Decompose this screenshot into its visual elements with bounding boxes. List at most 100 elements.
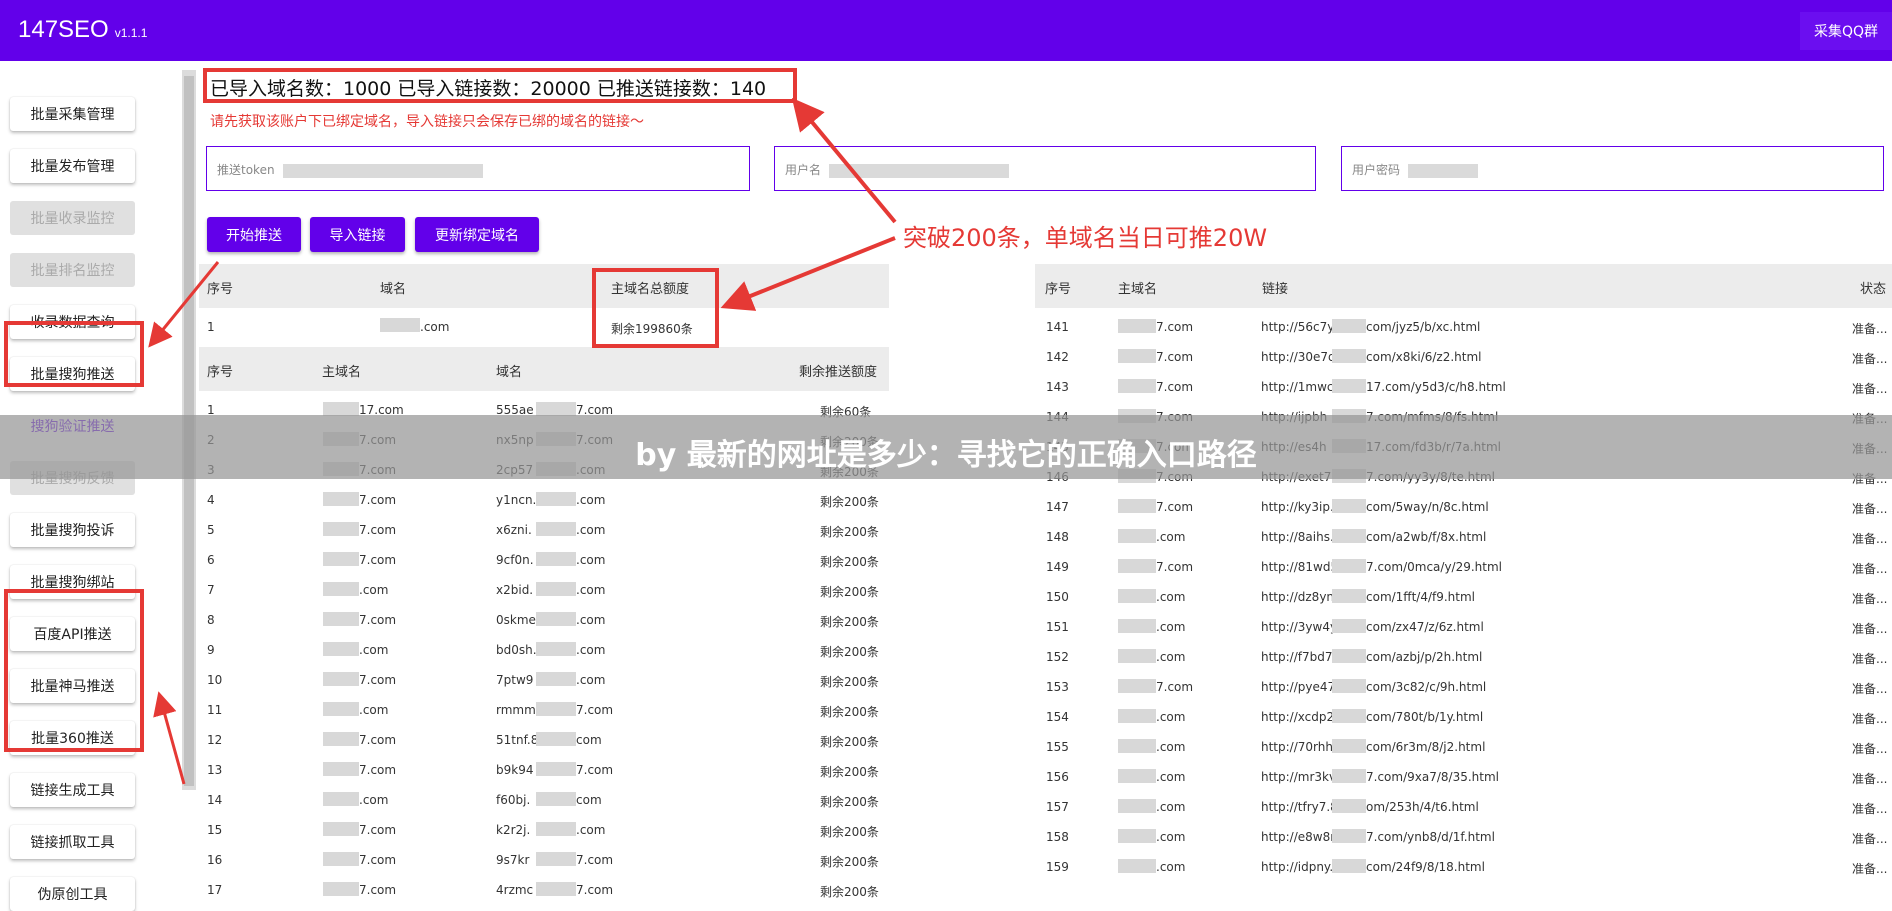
domain-row-domain: 9cf0n.: [496, 553, 534, 567]
link-redacted: [1332, 319, 1366, 333]
link-row-link: http://81wd5: [1261, 560, 1339, 574]
update-bound-domains-button[interactable]: 更新绑定域名: [415, 217, 539, 252]
domain-row-remain: 剩余200条: [820, 495, 879, 509]
domain-row-remain: 剩余200条: [820, 555, 879, 569]
api-push-highlight-box: [4, 589, 144, 752]
qq-group-button[interactable]: 采集QQ群: [1799, 12, 1892, 50]
link-row-main: .com: [1156, 860, 1186, 874]
summary-highlight-box: [203, 68, 797, 103]
sidebar-item-16[interactable]: 伪原创工具: [10, 877, 135, 911]
main-domain-redacted: [323, 642, 359, 656]
domain-row-main: 7.com: [359, 553, 397, 567]
domain-row-no: 4: [207, 493, 215, 507]
domain-row-domain: bd0sh.: [496, 643, 537, 657]
domain-row-remain: 剩余200条: [820, 825, 879, 839]
link-row-main: 7.com: [1156, 320, 1194, 334]
domain-row-domain-tail: 7.com: [576, 703, 614, 717]
username-value-redacted: [829, 163, 1010, 178]
link-main-redacted: [1118, 649, 1156, 663]
sidebar-item-15[interactable]: 链接抓取工具: [10, 825, 135, 859]
domain-redacted: [536, 822, 576, 836]
link-redacted: [1332, 799, 1366, 813]
domain-row-remain: 剩余200条: [820, 765, 879, 779]
link-main-redacted: [1118, 709, 1156, 723]
link-row-no: 158: [1046, 830, 1069, 844]
username-field[interactable]: 用户名: [774, 146, 1316, 191]
link-row-status: 准备...: [1852, 322, 1888, 336]
domain-row-remain: 剩余200条: [820, 855, 879, 869]
token-field[interactable]: 推送token: [206, 146, 750, 191]
sidebar-item-14[interactable]: 链接生成工具: [10, 773, 135, 807]
link-row-link: http://xcdp2: [1261, 710, 1335, 724]
domain-redacted: [536, 582, 576, 596]
token-placeholder: 推送token: [217, 163, 275, 177]
sidebar-item-2[interactable]: 批量发布管理: [10, 149, 135, 183]
link-main-redacted: [1118, 739, 1156, 753]
link-redacted: [1332, 769, 1366, 783]
domain-col-no: 序号: [207, 365, 234, 380]
domain-redacted: [536, 612, 576, 626]
overlay-banner-text: by 最新的网址是多少：寻找它的正确入口路径: [635, 438, 1257, 473]
domain-row-main: .com: [359, 703, 389, 717]
sidebar: 批量采集管理批量发布管理批量收录监控批量排名监控收录数据查询批量搜狗推送搜狗验证…: [0, 61, 182, 911]
sogou-push-highlight-box: [4, 321, 144, 387]
link-row-link-tail: com/6r3m/8/j2.html: [1366, 740, 1486, 754]
link-row-main: .com: [1156, 650, 1186, 664]
link-main-redacted: [1118, 529, 1156, 543]
link-row-main: .com: [1156, 830, 1186, 844]
link-table-header: 序号 主域名 链接 状态: [1035, 264, 1892, 308]
domain-row-remain: 剩余200条: [820, 795, 879, 809]
domain-row-domain-tail: .com: [576, 613, 606, 627]
link-row-status: 准备...: [1852, 592, 1888, 606]
domain-row-domain: 4rzmc: [496, 883, 534, 897]
link-redacted: [1332, 529, 1366, 543]
main-domain-redacted: [323, 732, 359, 746]
link-main-redacted: [1118, 559, 1156, 573]
import-links-button[interactable]: 导入链接: [310, 217, 405, 252]
domain-row-main: 7.com: [359, 733, 397, 747]
link-row-link-tail: com/azbj/p/2h.html: [1366, 650, 1483, 664]
link-main-redacted: [1118, 589, 1156, 603]
link-row-no: 152: [1046, 650, 1069, 664]
link-redacted: [1332, 649, 1366, 663]
link-row-main: .com: [1156, 530, 1186, 544]
link-row-link-tail: com/5way/n/8c.html: [1366, 500, 1489, 514]
link-row-no: 143: [1046, 380, 1069, 394]
top-bar: 147SEO v1.1.1 采集QQ群: [0, 0, 1892, 61]
quota-col-domain: 域名: [380, 282, 407, 297]
link-main-redacted: [1118, 379, 1156, 393]
link-row-main: .com: [1156, 620, 1186, 634]
quota-row-domain: .com: [420, 320, 450, 334]
warning-text: 请先获取该账户下已绑定域名，导入链接只会保存已绑的域名的链接～: [210, 114, 644, 130]
link-main-redacted: [1118, 799, 1156, 813]
password-field[interactable]: 用户密码: [1341, 146, 1884, 191]
main-domain-redacted: [323, 882, 359, 896]
password-value-redacted: [1408, 163, 1479, 178]
domain-redacted: [536, 792, 576, 806]
domain-row-main: 7.com: [359, 673, 397, 687]
start-push-button[interactable]: 开始推送: [207, 217, 301, 252]
link-redacted: [1332, 859, 1366, 873]
domain-row-no: 13: [207, 763, 223, 777]
link-main-redacted: [1118, 679, 1156, 693]
link-row-link-tail: com/780t/b/1y.html: [1366, 710, 1484, 724]
domain-redacted: [536, 732, 576, 746]
domain-row-remain: 剩余200条: [820, 735, 879, 749]
sidebar-item-9[interactable]: 批量搜狗投诉: [10, 513, 135, 547]
link-row-main: .com: [1156, 590, 1186, 604]
link-row-no: 154: [1046, 710, 1069, 724]
link-redacted: [1332, 379, 1366, 393]
link-row-no: 156: [1046, 770, 1069, 784]
link-row-no: 155: [1046, 740, 1069, 754]
link-row-link: http://1mwc: [1261, 380, 1334, 394]
link-row-no: 141: [1046, 320, 1069, 334]
link-row-status: 准备...: [1852, 562, 1888, 576]
main-domain-redacted: [323, 672, 359, 686]
domain-row-domain: b9k94: [496, 763, 534, 777]
link-row-link: http://tfry7.8: [1261, 800, 1338, 814]
sidebar-item-1[interactable]: 批量采集管理: [10, 97, 135, 131]
link-row-link-tail: com/jyz5/b/xc.html: [1366, 320, 1481, 334]
link-row-link-tail: com/zx47/z/6z.html: [1366, 620, 1484, 634]
domain-row-remain: 剩余200条: [820, 645, 879, 659]
domain-row-domain-tail: .com: [576, 643, 606, 657]
